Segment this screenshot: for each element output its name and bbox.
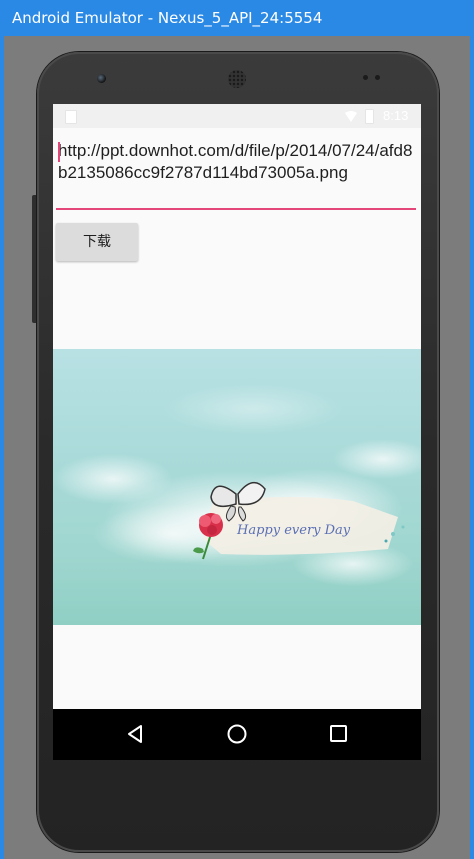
earpiece-speaker bbox=[228, 70, 246, 88]
banner-text: Happy every Day bbox=[236, 523, 351, 538]
front-camera-icon bbox=[97, 74, 106, 83]
device-screen: 8:13 http://ppt.downhot.com/d/file/p/201… bbox=[53, 104, 421, 760]
light-sensor bbox=[375, 75, 380, 80]
status-bar: 8:13 bbox=[53, 104, 421, 128]
emulator-title-bar[interactable]: Android Emulator - Nexus_5_API_24:5554 bbox=[0, 0, 474, 36]
url-input-value: http://ppt.downhot.com/d/file/p/2014/07/… bbox=[58, 141, 413, 182]
battery-icon bbox=[365, 109, 374, 124]
home-circle-icon[interactable] bbox=[226, 723, 248, 745]
status-time: 8:13 bbox=[383, 108, 409, 123]
notification-icon bbox=[65, 110, 77, 124]
emulator-title: Android Emulator - Nexus_5_API_24:5554 bbox=[12, 9, 323, 27]
window-border-right bbox=[470, 36, 474, 859]
back-triangle-icon[interactable] bbox=[125, 724, 145, 744]
wifi-icon bbox=[345, 111, 357, 122]
downloaded-image: Happy every Day bbox=[53, 349, 421, 625]
happy-every-day-illustration: Happy every Day bbox=[53, 384, 421, 586]
proximity-sensor bbox=[363, 75, 368, 80]
recents-square-icon[interactable] bbox=[329, 724, 348, 743]
download-button[interactable]: 下载 bbox=[56, 223, 138, 261]
text-cursor bbox=[58, 142, 60, 162]
navigation-bar bbox=[53, 709, 421, 760]
url-input[interactable]: http://ppt.downhot.com/d/file/p/2014/07/… bbox=[56, 140, 416, 210]
